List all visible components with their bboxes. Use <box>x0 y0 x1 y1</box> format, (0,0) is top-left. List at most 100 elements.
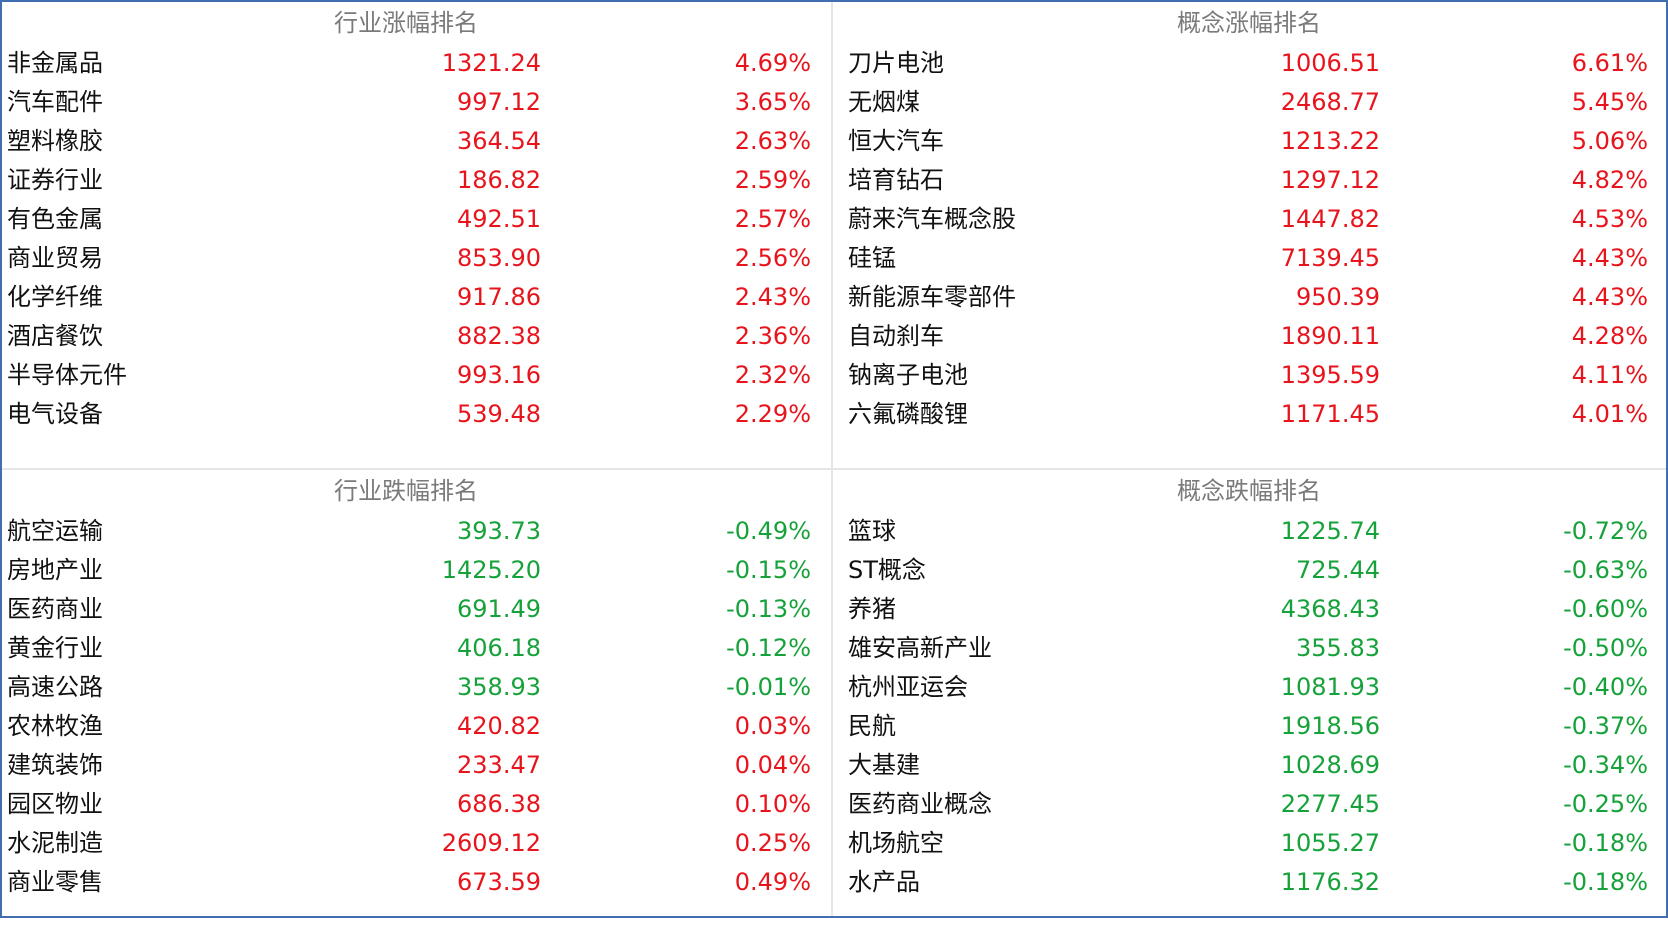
change-percent: 4.11% <box>1571 361 1648 389</box>
table-row[interactable]: 有色金属 492.51 2.57% <box>2 200 831 239</box>
sector-name: 刀片电池 <box>848 49 944 77</box>
change-percent: -0.72% <box>1563 517 1648 545</box>
index-value: 882.38 <box>457 322 541 350</box>
index-value: 364.54 <box>457 127 541 155</box>
table-row[interactable]: 培育钻石 1297.12 4.82% <box>833 161 1662 200</box>
industry-gain-panel: 行业涨幅排名 非金属品 1321.24 4.69% 汽车配件 997.12 3.65% 塑料… <box>2 2 831 468</box>
table-row[interactable]: 化学纤维 917.86 2.43% <box>2 278 831 317</box>
table-row[interactable]: 塑料橡胶 364.54 2.63% <box>2 122 831 161</box>
index-value: 1028.69 <box>1280 751 1380 779</box>
sector-name: 篮球 <box>848 517 896 545</box>
table-row[interactable]: 航空运输 393.73 -0.49% <box>2 512 831 551</box>
index-value: 1081.93 <box>1280 673 1380 701</box>
change-percent: 4.43% <box>1571 244 1648 272</box>
table-row[interactable]: 六氟磷酸锂 1171.45 4.01% <box>833 395 1662 434</box>
change-percent: 0.49% <box>734 868 811 896</box>
table-row[interactable]: 医药商业概念 2277.45 -0.25% <box>833 785 1662 824</box>
table-row[interactable]: 钠离子电池 1395.59 4.11% <box>833 356 1662 395</box>
sector-name: 无烟煤 <box>848 88 920 116</box>
change-percent: 0.25% <box>734 829 811 857</box>
change-percent: 5.45% <box>1571 88 1648 116</box>
change-percent: 4.53% <box>1571 205 1648 233</box>
concept-gain-panel: 概念涨幅排名 刀片电池 1006.51 6.61% 无烟煤 2468.77 5.45% 恒大… <box>833 2 1662 468</box>
table-row[interactable]: 建筑装饰 233.47 0.04% <box>2 746 831 785</box>
index-value: 2277.45 <box>1280 790 1380 818</box>
change-percent: 2.63% <box>734 127 811 155</box>
table-row[interactable]: 民航 1918.56 -0.37% <box>833 707 1662 746</box>
concept-gain-title: 概念涨幅排名 <box>1177 9 1321 37</box>
sector-name: 钠离子电池 <box>848 361 968 389</box>
index-value: 1213.22 <box>1280 127 1380 155</box>
sector-name: 雄安高新产业 <box>848 634 992 662</box>
table-row[interactable]: 水产品 1176.32 -0.18% <box>833 863 1662 902</box>
sector-name: 汽车配件 <box>7 88 103 116</box>
table-row[interactable]: 杭州亚运会 1081.93 -0.40% <box>833 668 1662 707</box>
table-row[interactable]: 无烟煤 2468.77 5.45% <box>833 83 1662 122</box>
index-value: 406.18 <box>457 634 541 662</box>
table-row[interactable]: 证券行业 186.82 2.59% <box>2 161 831 200</box>
index-value: 997.12 <box>457 88 541 116</box>
sector-name: 房地产业 <box>7 556 103 584</box>
table-row[interactable]: 非金属品 1321.24 4.69% <box>2 44 831 83</box>
index-value: 4368.43 <box>1280 595 1380 623</box>
table-row[interactable]: ST概念 725.44 -0.63% <box>833 551 1662 590</box>
index-value: 1395.59 <box>1280 361 1380 389</box>
sector-name: 建筑装饰 <box>7 751 103 779</box>
table-row[interactable]: 房地产业 1425.20 -0.15% <box>2 551 831 590</box>
table-row[interactable]: 医药商业 691.49 -0.13% <box>2 590 831 629</box>
table-row[interactable]: 半导体元件 993.16 2.32% <box>2 356 831 395</box>
table-row[interactable]: 高速公路 358.93 -0.01% <box>2 668 831 707</box>
table-row[interactable]: 汽车配件 997.12 3.65% <box>2 83 831 122</box>
table-row[interactable]: 恒大汽车 1213.22 5.06% <box>833 122 1662 161</box>
sector-name: 杭州亚运会 <box>848 673 968 701</box>
table-row[interactable]: 新能源车零部件 950.39 4.43% <box>833 278 1662 317</box>
table-row[interactable]: 商业零售 673.59 0.49% <box>2 863 831 902</box>
sector-name: 六氟磷酸锂 <box>848 400 968 428</box>
concept-loss-list: 篮球 1225.74 -0.72% ST概念 725.44 -0.63% 养猪 4368.43… <box>833 512 1662 902</box>
index-value: 539.48 <box>457 400 541 428</box>
table-row[interactable]: 农林牧渔 420.82 0.03% <box>2 707 831 746</box>
table-row[interactable]: 机场航空 1055.27 -0.18% <box>833 824 1662 863</box>
table-row[interactable]: 自动刹车 1890.11 4.28% <box>833 317 1662 356</box>
industry-loss-panel: 行业跌幅排名 航空运输 393.73 -0.49% 房地产业 1425.20 -0.15%… <box>2 470 831 936</box>
sector-name: 养猪 <box>848 595 896 623</box>
change-percent: 4.01% <box>1571 400 1648 428</box>
index-value: 358.93 <box>457 673 541 701</box>
index-value: 233.47 <box>457 751 541 779</box>
table-row[interactable]: 篮球 1225.74 -0.72% <box>833 512 1662 551</box>
index-value: 1918.56 <box>1280 712 1380 740</box>
table-row[interactable]: 蔚来汽车概念股 1447.82 4.53% <box>833 200 1662 239</box>
change-percent: 0.04% <box>734 751 811 779</box>
table-row[interactable]: 大基建 1028.69 -0.34% <box>833 746 1662 785</box>
index-value: 1055.27 <box>1280 829 1380 857</box>
change-percent: -0.37% <box>1563 712 1648 740</box>
index-value: 1297.12 <box>1280 166 1380 194</box>
table-row[interactable]: 商业贸易 853.90 2.56% <box>2 239 831 278</box>
table-row[interactable]: 酒店餐饮 882.38 2.36% <box>2 317 831 356</box>
table-row[interactable]: 水泥制造 2609.12 0.25% <box>2 824 831 863</box>
sector-name: 恒大汽车 <box>848 127 944 155</box>
table-row[interactable]: 刀片电池 1006.51 6.61% <box>833 44 1662 83</box>
table-row[interactable]: 雄安高新产业 355.83 -0.50% <box>833 629 1662 668</box>
concept-gain-list: 刀片电池 1006.51 6.61% 无烟煤 2468.77 5.45% 恒大汽车 1213.… <box>833 44 1662 434</box>
sector-name: 机场航空 <box>848 829 944 857</box>
sector-name: 非金属品 <box>7 49 103 77</box>
index-value: 355.83 <box>1296 634 1380 662</box>
table-row[interactable]: 电气设备 539.48 2.29% <box>2 395 831 434</box>
index-value: 993.16 <box>457 361 541 389</box>
change-percent: -0.34% <box>1563 751 1648 779</box>
index-value: 2609.12 <box>441 829 541 857</box>
table-row[interactable]: 养猪 4368.43 -0.60% <box>833 590 1662 629</box>
table-row[interactable]: 黄金行业 406.18 -0.12% <box>2 629 831 668</box>
change-percent: 2.56% <box>734 244 811 272</box>
sector-name: 民航 <box>848 712 896 740</box>
table-row[interactable]: 硅锰 7139.45 4.43% <box>833 239 1662 278</box>
table-row[interactable]: 园区物业 686.38 0.10% <box>2 785 831 824</box>
index-value: 691.49 <box>457 595 541 623</box>
index-value: 186.82 <box>457 166 541 194</box>
sector-name: 培育钻石 <box>848 166 944 194</box>
change-percent: 0.10% <box>734 790 811 818</box>
sector-name: 证券行业 <box>7 166 103 194</box>
index-value: 1890.11 <box>1280 322 1380 350</box>
index-value: 1321.24 <box>441 49 541 77</box>
